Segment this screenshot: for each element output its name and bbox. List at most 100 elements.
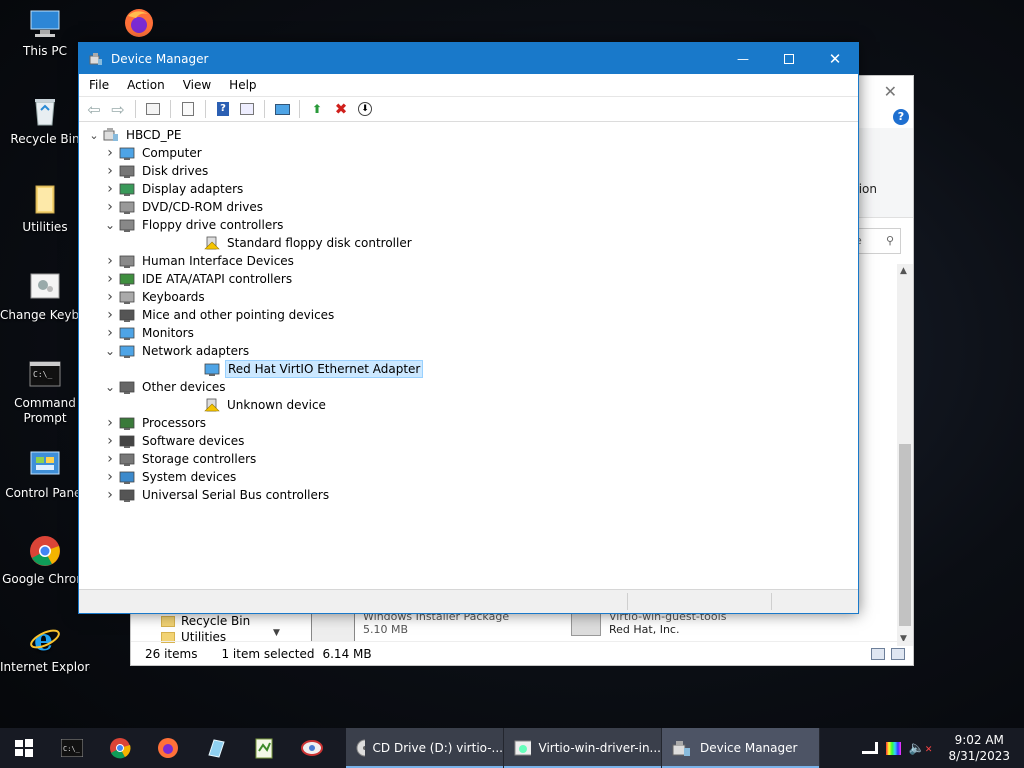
tree-category-item[interactable]: › Keyboards [103, 288, 207, 306]
scroll-up-icon[interactable]: ▲ [900, 266, 907, 276]
tree-device-item[interactable]: Standard floppy disk controller [204, 234, 414, 252]
update-driver-button[interactable]: ⬆ [308, 100, 326, 118]
expand-chevron-icon[interactable]: › [103, 180, 117, 198]
expand-chevron-icon[interactable]: › [103, 450, 117, 468]
desktop-firefox[interactable] [94, 6, 184, 44]
expand-chevron-icon[interactable]: › [103, 324, 117, 342]
back-button[interactable]: ⇦ [85, 100, 103, 119]
collapse-chevron-icon[interactable]: ⌄ [87, 126, 101, 144]
tree-device-item[interactable]: Unknown device [204, 396, 328, 414]
tree-category-item[interactable]: › Universal Serial Bus controllers [103, 486, 331, 504]
desktop-icon-internet-explorer[interactable]: e Internet Explorer [0, 622, 90, 675]
category-icon [119, 416, 135, 430]
disable-device-button[interactable]: ⬇ [356, 100, 374, 118]
network-icon[interactable] [861, 742, 878, 754]
nav-scroll-down-icon[interactable]: ▼ [273, 628, 280, 638]
desktop-icon-change-keyboard[interactable]: Change Keyboard Layo [0, 270, 90, 323]
explorer-scrollbar[interactable]: ▲ ▼ [897, 264, 913, 646]
collapse-chevron-icon[interactable]: ⌄ [103, 342, 117, 360]
taskbar-pinned-app[interactable] [192, 728, 240, 768]
scan-hardware-button[interactable] [273, 100, 291, 118]
minimize-button[interactable]: — [720, 43, 766, 74]
display-icon[interactable] [885, 741, 901, 755]
help-icon[interactable]: ? [893, 109, 909, 125]
desktop-icon-chrome[interactable]: Google Chrom [0, 534, 90, 587]
installer-package-icon [311, 610, 355, 642]
desktop-icon-control-panel[interactable]: Control Panel [0, 448, 90, 501]
tree-category-item[interactable]: ⌄ Network adapters [103, 342, 251, 360]
expand-chevron-icon[interactable]: › [103, 288, 117, 306]
taskbar-firefox[interactable] [144, 728, 192, 768]
volume-muted-icon[interactable]: 🔈✕ [909, 741, 933, 756]
show-hide-console-tree-button[interactable] [144, 100, 162, 118]
help-button[interactable]: ? [214, 100, 232, 118]
explorer-close-icon[interactable]: ✕ [884, 82, 897, 101]
category-icon [119, 218, 135, 232]
desktop-icon-this-pc[interactable]: This PC [0, 6, 90, 59]
explorer-statusbar: 26 items 1 item selected 6.14 MB [131, 641, 913, 665]
action-pane-button[interactable] [238, 100, 256, 118]
tree-category-item[interactable]: › Software devices [103, 432, 246, 450]
taskbar-task-device-manager[interactable]: Device Manager [662, 728, 820, 768]
chrome-icon [28, 534, 62, 568]
expand-chevron-icon[interactable]: › [103, 432, 117, 450]
maximize-button[interactable] [766, 43, 812, 74]
tree-root[interactable]: ⌄ HBCD_PE [87, 126, 183, 144]
tree-category-item[interactable]: › Computer [103, 144, 204, 162]
taskbar-task-cd-drive[interactable]: CD Drive (D:) virtio-... [346, 728, 504, 768]
clock[interactable]: 9:02 AM 8/31/2023 [948, 732, 1010, 764]
properties-button[interactable] [179, 100, 197, 118]
tree-category-item[interactable]: › Disk drives [103, 162, 210, 180]
expand-chevron-icon[interactable]: › [103, 198, 117, 216]
tree-device-item[interactable]: Red Hat VirtIO Ethernet Adapter [204, 360, 424, 378]
expand-chevron-icon[interactable]: › [103, 414, 117, 432]
close-button[interactable]: ✕ [812, 43, 858, 74]
taskbar-task-virtio-installer[interactable]: Virtio-win-driver-in... [504, 728, 662, 768]
scroll-thumb[interactable] [899, 444, 911, 626]
taskbar-command-prompt[interactable]: C:\_ [48, 728, 96, 768]
tree-category-item[interactable]: ⌄ Floppy drive controllers [103, 216, 285, 234]
desktop-icon-command-prompt[interactable]: C:\_ Command Prompt [0, 358, 90, 426]
taskbar-chrome[interactable] [96, 728, 144, 768]
taskbar-notepad[interactable] [240, 728, 288, 768]
tree-category-item[interactable]: › DVD/CD-ROM drives [103, 198, 265, 216]
nav-item-recycle-bin[interactable]: Recycle Bin [161, 611, 250, 631]
expand-chevron-icon[interactable]: › [103, 306, 117, 324]
tree-category-item[interactable]: › Storage controllers [103, 450, 258, 468]
tree-category-item[interactable]: ⌄ Other devices [103, 378, 228, 396]
tree-category-item[interactable]: › Mice and other pointing devices [103, 306, 336, 324]
file-item[interactable]: Windows Installer Package 5.10 MB [311, 610, 509, 642]
menu-view[interactable]: View [183, 78, 211, 92]
monitor-scan-icon [274, 103, 290, 115]
category-icon [119, 200, 135, 214]
tree-category-item[interactable]: › Processors [103, 414, 208, 432]
expand-chevron-icon[interactable]: › [103, 270, 117, 288]
expand-chevron-icon[interactable]: › [103, 144, 117, 162]
collapse-chevron-icon[interactable]: ⌄ [103, 216, 117, 234]
desktop-icon-utilities[interactable]: Utilities [0, 182, 90, 235]
tree-category-item[interactable]: › Human Interface Devices [103, 252, 296, 270]
tree-category-item[interactable]: › Display adapters [103, 180, 245, 198]
category-icon [119, 182, 135, 196]
forward-button[interactable]: ⇨ [109, 100, 127, 119]
titlebar[interactable]: Device Manager — ✕ [79, 43, 858, 74]
tree-category-item[interactable]: › Monitors [103, 324, 196, 342]
collapse-chevron-icon[interactable]: ⌄ [103, 378, 117, 396]
tree-category-item[interactable]: › IDE ATA/ATAPI controllers [103, 270, 294, 288]
expand-chevron-icon[interactable]: › [103, 162, 117, 180]
expand-chevron-icon[interactable]: › [103, 486, 117, 504]
menu-action[interactable]: Action [127, 78, 165, 92]
large-icons-view-icon[interactable] [891, 648, 905, 660]
expand-chevron-icon[interactable]: › [103, 252, 117, 270]
start-button[interactable] [0, 728, 48, 768]
expand-chevron-icon[interactable]: › [103, 468, 117, 486]
device-manager-window[interactable]: Device Manager — ✕ File Action View Help… [78, 42, 859, 614]
firefox-icon [122, 6, 156, 40]
details-view-icon[interactable] [871, 648, 885, 660]
uninstall-device-button[interactable]: ✖ [332, 100, 350, 118]
menu-help[interactable]: Help [229, 78, 256, 92]
menu-file[interactable]: File [89, 78, 109, 92]
taskbar-tool[interactable] [288, 728, 336, 768]
tree-category-item[interactable]: › System devices [103, 468, 238, 486]
desktop-icon-recycle-bin[interactable]: Recycle Bin [0, 94, 90, 147]
